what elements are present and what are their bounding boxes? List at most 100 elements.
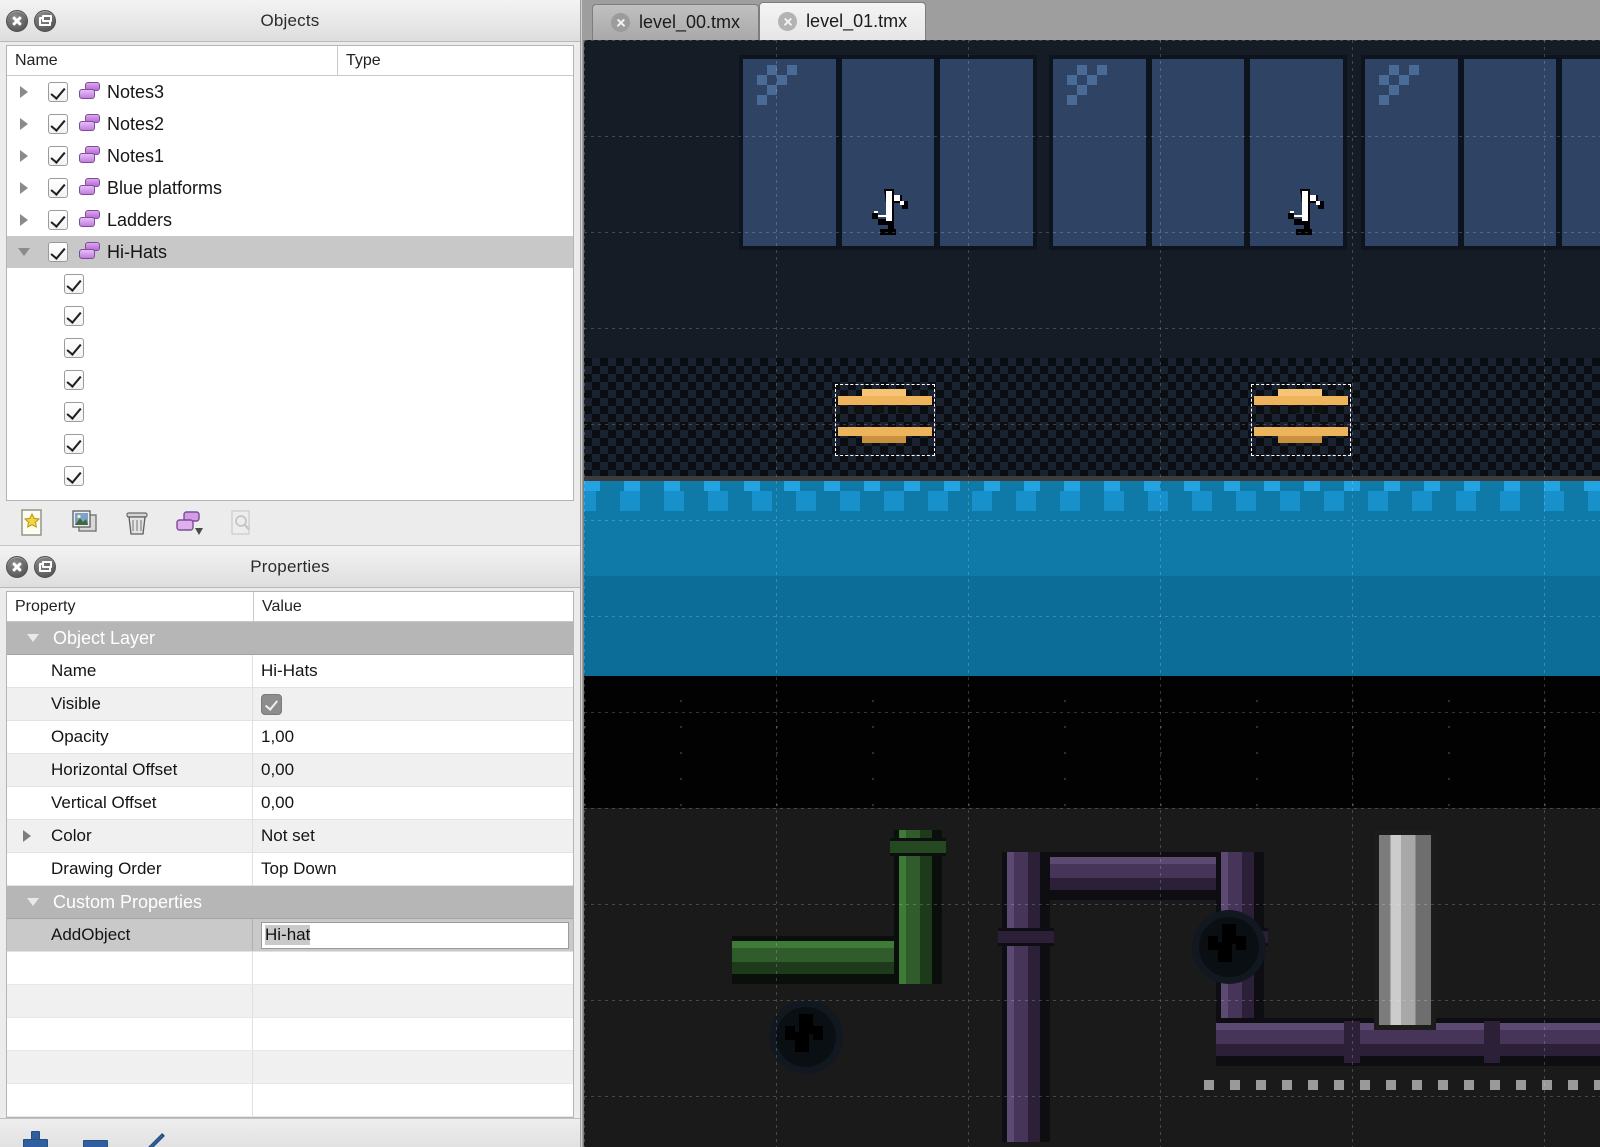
- object-row[interactable]: [7, 396, 573, 428]
- property-row[interactable]: Name Hi-Hats: [7, 655, 573, 688]
- layer-visible-checkbox[interactable]: [48, 210, 68, 230]
- layer-visible-checkbox[interactable]: [48, 178, 68, 198]
- new-layer-icon[interactable]: [18, 508, 48, 538]
- layer-row[interactable]: Ladders: [7, 204, 573, 236]
- property-row[interactable]: Opacity 1,00: [7, 721, 573, 754]
- hi-hat-object[interactable]: [1251, 384, 1351, 456]
- object-row[interactable]: [7, 460, 573, 492]
- property-row-empty: [7, 1018, 573, 1051]
- object-group-icon[interactable]: [174, 508, 204, 538]
- property-row-empty: [7, 985, 573, 1018]
- chevron-down-icon[interactable]: [7, 248, 41, 256]
- object-visible-checkbox[interactable]: [64, 466, 84, 486]
- tab-level_00-tmx[interactable]: level_00.tmx: [592, 4, 760, 40]
- chevron-right-icon[interactable]: [7, 86, 41, 98]
- delete-layer-icon[interactable]: [122, 508, 152, 538]
- property-row[interactable]: AddObject Hi-hat: [7, 919, 573, 952]
- property-row[interactable]: Visible: [7, 688, 573, 721]
- window-pane: [1151, 59, 1245, 246]
- property-value[interactable]: 0,00: [253, 754, 573, 786]
- chevron-right-icon[interactable]: [7, 150, 41, 162]
- column-header-name[interactable]: Name: [7, 46, 337, 75]
- close-panel-button[interactable]: [6, 9, 28, 32]
- duplicate-layer-icon[interactable]: [70, 508, 100, 538]
- objects-tree-body[interactable]: Notes3 Notes2 Notes1 Blue platforms Ladders H…: [7, 76, 573, 500]
- objects-tree[interactable]: Name Type Notes3 Notes2 Notes1 Blue platfor…: [6, 45, 574, 501]
- properties-toolbar: [0, 1118, 580, 1147]
- layer-visible-checkbox[interactable]: [48, 146, 68, 166]
- tab-level_01-tmx[interactable]: level_01.tmx: [759, 2, 927, 40]
- chevron-down-icon[interactable]: [27, 634, 39, 642]
- layer-row[interactable]: Blue platforms: [7, 172, 573, 204]
- object-group-icon: [75, 114, 107, 134]
- object-row[interactable]: [7, 364, 573, 396]
- column-header-value[interactable]: Value: [253, 592, 573, 621]
- object-visible-checkbox[interactable]: [64, 338, 84, 358]
- property-row[interactable]: Color Not set: [7, 820, 573, 853]
- layer-properties-icon: [226, 508, 256, 538]
- chevron-right-icon[interactable]: [7, 214, 41, 226]
- map-grid-line-horizontal: [584, 232, 1600, 233]
- property-value[interactable]: Hi-hat: [253, 919, 573, 951]
- close-properties-panel-button[interactable]: [6, 555, 28, 578]
- map-canvas[interactable]: [583, 40, 1600, 1147]
- layer-visible-checkbox[interactable]: [48, 82, 68, 102]
- property-group-header[interactable]: Object Layer: [7, 622, 573, 655]
- object-row[interactable]: [7, 300, 573, 332]
- visible-checkbox[interactable]: [261, 693, 282, 715]
- layer-row[interactable]: Notes2: [7, 108, 573, 140]
- layer-row[interactable]: Notes3: [7, 76, 573, 108]
- property-value[interactable]: Top Down: [253, 853, 573, 885]
- object-row[interactable]: [7, 332, 573, 364]
- map-render-surface[interactable]: [584, 40, 1600, 1147]
- property-value-input[interactable]: Hi-hat: [261, 921, 569, 949]
- green-pipe-elbow: [894, 930, 942, 984]
- column-header-property[interactable]: Property: [7, 592, 253, 621]
- property-value-label: 0,00: [261, 793, 295, 812]
- remove-property-icon[interactable]: [82, 1130, 108, 1147]
- music-note-object[interactable]: [1282, 185, 1334, 245]
- property-row[interactable]: Horizontal Offset 0,00: [7, 754, 573, 787]
- column-header-type[interactable]: Type: [337, 46, 573, 75]
- object-visible-checkbox[interactable]: [64, 370, 84, 390]
- layer-row[interactable]: Notes1: [7, 140, 573, 172]
- editor-area: level_00.tmx level_01.tmx: [583, 0, 1600, 1147]
- object-visible-checkbox[interactable]: [64, 306, 84, 326]
- object-visible-checkbox[interactable]: [64, 274, 84, 294]
- layer-row[interactable]: Hi-Hats: [7, 236, 573, 268]
- property-value[interactable]: 1,00: [253, 721, 573, 753]
- property-value[interactable]: 0,00: [253, 787, 573, 819]
- object-visible-checkbox[interactable]: [64, 434, 84, 454]
- float-properties-panel-button[interactable]: [34, 555, 56, 578]
- add-property-icon[interactable]: [22, 1130, 48, 1147]
- window-pane: [743, 59, 836, 246]
- float-panel-button[interactable]: [34, 9, 56, 32]
- chevron-right-icon[interactable]: [7, 118, 41, 130]
- close-icon[interactable]: [611, 13, 630, 32]
- map-grid-line-vertical: [968, 40, 969, 1147]
- object-row[interactable]: [7, 268, 573, 300]
- hi-hat-object[interactable]: [835, 384, 935, 456]
- property-row[interactable]: Vertical Offset 0,00: [7, 787, 573, 820]
- chevron-right-icon[interactable]: [23, 830, 31, 842]
- object-row[interactable]: [7, 428, 573, 460]
- tiled-window: Objects Name Type Notes3 Notes2 Notes1 Blue…: [0, 0, 1600, 1147]
- property-value[interactable]: Hi-Hats: [253, 655, 573, 687]
- property-row[interactable]: Drawing Order Top Down: [7, 853, 573, 886]
- property-value[interactable]: [253, 688, 573, 720]
- chevron-right-icon[interactable]: [7, 182, 41, 194]
- close-icon[interactable]: [778, 12, 798, 31]
- music-note-object[interactable]: [866, 185, 918, 245]
- layer-visible-checkbox[interactable]: [48, 242, 68, 262]
- properties-table[interactable]: Property Value Object Layer Name Hi-Hats Vi…: [6, 591, 574, 1118]
- properties-table-body[interactable]: Object Layer Name Hi-Hats Visible Opacity 1,0…: [7, 622, 573, 1117]
- rename-property-icon[interactable]: [142, 1130, 168, 1147]
- property-group-header[interactable]: Custom Properties: [7, 886, 573, 919]
- hihat-stand: [1314, 405, 1322, 413]
- chevron-down-icon[interactable]: [27, 898, 39, 906]
- purple-pipe-vertical-left: [1002, 852, 1050, 1142]
- property-value[interactable]: Not set: [253, 820, 573, 852]
- property-key-label: Opacity: [51, 727, 109, 746]
- layer-visible-checkbox[interactable]: [48, 114, 68, 134]
- object-visible-checkbox[interactable]: [64, 402, 84, 422]
